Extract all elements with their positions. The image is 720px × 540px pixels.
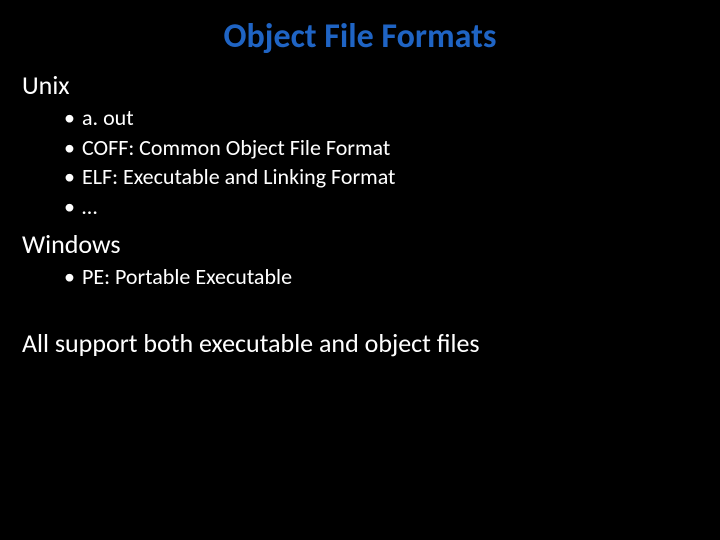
list-item: a. out — [64, 103, 720, 133]
slide: Object File Formats Unix a. out COFF: Co… — [0, 0, 720, 540]
list-item: … — [64, 192, 720, 222]
section-heading-unix: Unix — [0, 69, 720, 101]
list-item: ELF: Executable and Linking Format — [64, 162, 720, 192]
footnote-text: All support both executable and object f… — [0, 327, 720, 359]
section-heading-windows: Windows — [0, 228, 720, 260]
list-item: COFF: Common Object File Format — [64, 133, 720, 163]
bullet-list-windows: PE: Portable Executable — [0, 262, 720, 292]
list-item: PE: Portable Executable — [64, 262, 720, 292]
slide-title: Object File Formats — [0, 0, 720, 63]
bullet-list-unix: a. out COFF: Common Object File Format E… — [0, 103, 720, 222]
